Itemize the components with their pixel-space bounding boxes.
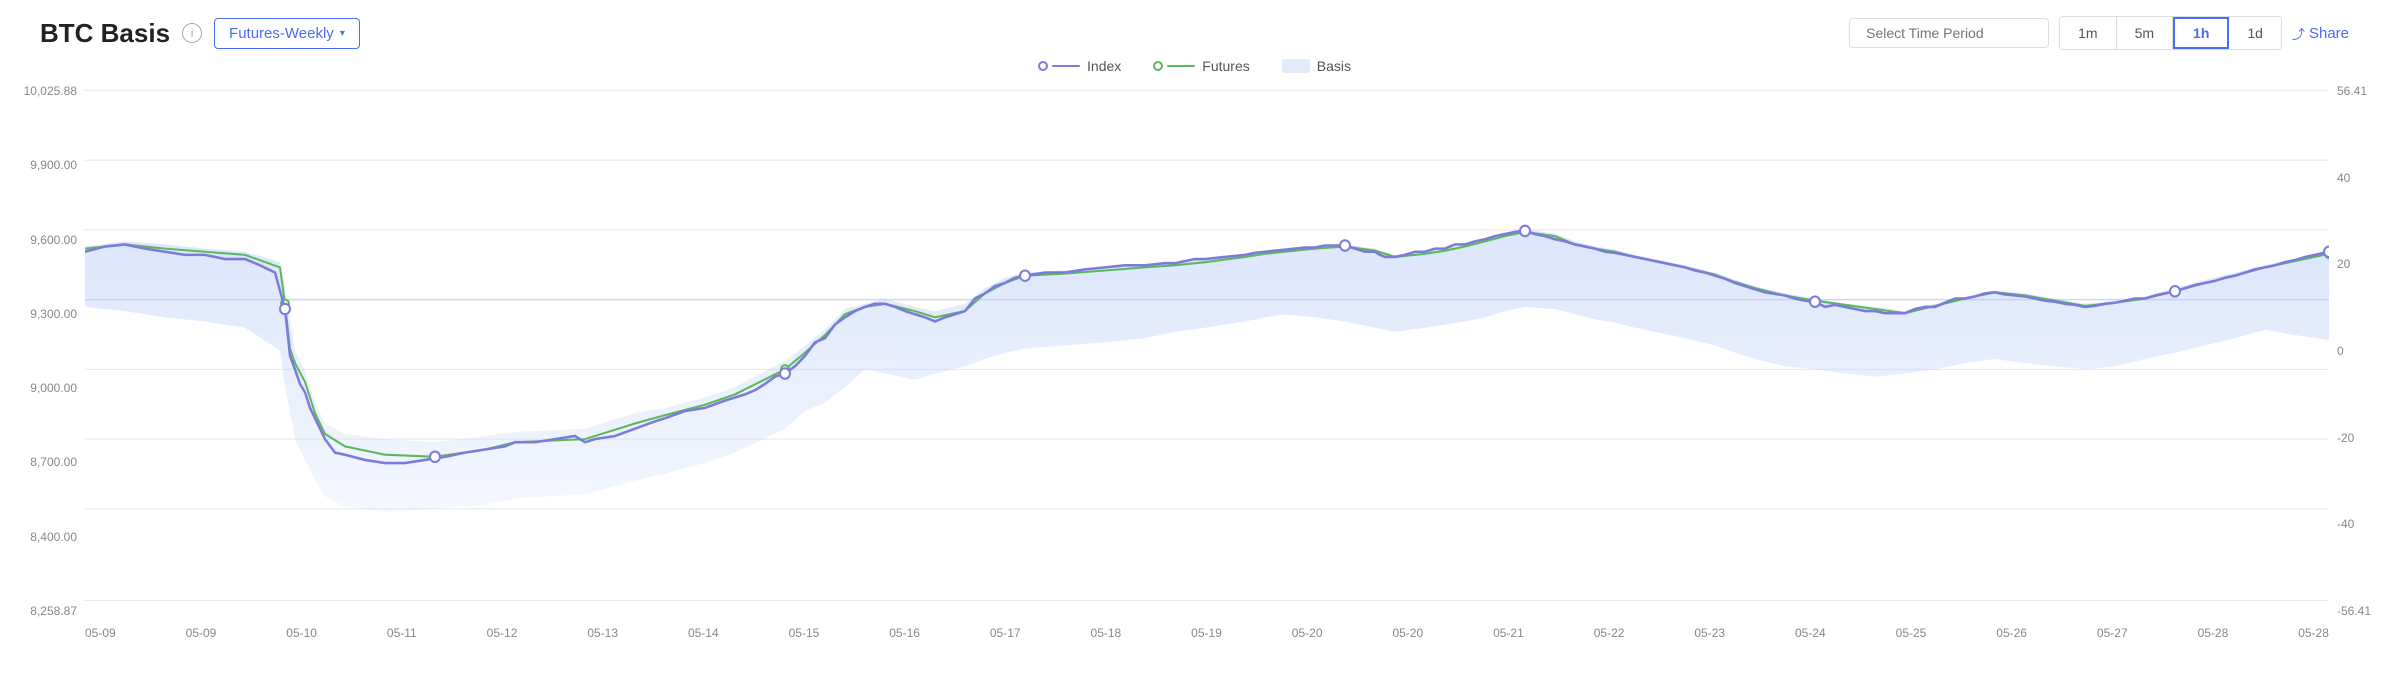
x-label-15: 05-22 [1594, 626, 1625, 640]
x-label-10: 05-18 [1091, 626, 1122, 640]
time-btn-1m[interactable]: 1m [2060, 17, 2116, 49]
chart-area: 10,025.88 9,900.00 9,600.00 9,300.00 9,0… [0, 80, 2389, 640]
legend-row: Index Futures Basis [0, 58, 2389, 74]
share-label: Share [2309, 25, 2349, 42]
dropdown-label: Futures-Weekly [229, 25, 334, 42]
chart-title: BTC Basis [40, 18, 170, 49]
index-dot [1810, 297, 1820, 307]
x-label-3: 05-11 [387, 626, 417, 640]
x-label-0: 05-09 [85, 626, 116, 640]
x-label-5: 05-13 [587, 626, 618, 640]
x-label-21: 05-28 [2198, 626, 2229, 640]
y-right-label-0: 56.41 [2337, 84, 2381, 98]
x-label-20: 05-27 [2097, 626, 2128, 640]
chevron-down-icon: ▾ [340, 28, 345, 39]
legend-index: Index [1038, 58, 1121, 74]
x-label-2: 05-10 [286, 626, 317, 640]
time-btn-1h[interactable]: 1h [2173, 17, 2229, 49]
y-axis-right: 56.41 40 20 0 -20 -40 -56.41 [2329, 80, 2389, 640]
y-left-label-7: 8,258.87 [8, 604, 77, 618]
futures-legend-dot [1153, 61, 1163, 71]
time-buttons-group: 1m 5m 1h 1d [2059, 16, 2282, 50]
basis-area [85, 229, 2329, 512]
index-dot [2324, 247, 2329, 257]
index-dot [1520, 226, 1530, 236]
time-period-input[interactable] [1849, 18, 2049, 48]
time-btn-5m[interactable]: 5m [2117, 17, 2173, 49]
x-label-4: 05-12 [487, 626, 518, 640]
basis-legend-area [1282, 59, 1310, 73]
header-right: 1m 5m 1h 1d ⤴ Share [1849, 16, 2349, 50]
y-right-label-4: -20 [2337, 431, 2381, 445]
share-icon: ⤴ [2292, 24, 2305, 43]
x-axis: 05-09 05-09 05-10 05-11 05-12 05-13 05-1… [85, 618, 2329, 640]
chart-inner [85, 80, 2329, 640]
y-right-label-5: -40 [2337, 517, 2381, 531]
time-btn-1d[interactable]: 1d [2229, 17, 2281, 49]
index-legend-label: Index [1087, 58, 1121, 74]
index-dot [2170, 286, 2180, 296]
y-left-label-5: 8,700.00 [8, 455, 77, 469]
basis-legend-label: Basis [1317, 58, 1351, 74]
x-label-1: 05-09 [186, 626, 217, 640]
y-axis-left: 10,025.88 9,900.00 9,600.00 9,300.00 9,0… [0, 80, 85, 640]
x-label-18: 05-25 [1896, 626, 1927, 640]
x-label-17: 05-24 [1795, 626, 1826, 640]
y-left-label-0: 10,025.88 [8, 84, 77, 98]
y-left-label-2: 9,600.00 [8, 233, 77, 247]
x-label-22: 05-28 [2298, 626, 2329, 640]
index-dot [280, 304, 290, 314]
chart-svg [85, 80, 2329, 640]
x-label-13: 05-20 [1392, 626, 1423, 640]
info-icon[interactable]: i [182, 23, 202, 43]
y-left-label-6: 8,400.00 [8, 530, 77, 544]
index-legend-line [1052, 65, 1080, 67]
header-left: BTC Basis i Futures-Weekly ▾ [40, 18, 360, 49]
y-right-label-2: 20 [2337, 257, 2381, 271]
x-label-19: 05-26 [1996, 626, 2027, 640]
legend-basis: Basis [1282, 58, 1351, 74]
futures-legend-line [1167, 65, 1195, 67]
y-left-label-3: 9,300.00 [8, 307, 77, 321]
x-label-8: 05-16 [889, 626, 920, 640]
x-label-7: 05-15 [789, 626, 820, 640]
x-label-14: 05-21 [1493, 626, 1524, 640]
y-right-label-6: -56.41 [2337, 604, 2381, 618]
index-dot [1020, 270, 1030, 280]
index-legend-dot [1038, 61, 1048, 71]
y-left-label-4: 9,000.00 [8, 381, 77, 395]
index-dot [780, 368, 790, 378]
x-label-16: 05-23 [1694, 626, 1725, 640]
x-label-6: 05-14 [688, 626, 719, 640]
futures-dropdown[interactable]: Futures-Weekly ▾ [214, 18, 360, 49]
header-row: BTC Basis i Futures-Weekly ▾ 1m 5m 1h 1d… [0, 16, 2389, 50]
index-dot [430, 452, 440, 462]
x-label-9: 05-17 [990, 626, 1021, 640]
chart-container: BTC Basis i Futures-Weekly ▾ 1m 5m 1h 1d… [0, 0, 2389, 689]
y-right-label-1: 40 [2337, 171, 2381, 185]
x-label-11: 05-19 [1191, 626, 1222, 640]
index-dot [1340, 240, 1350, 250]
y-right-label-3: 0 [2337, 344, 2381, 358]
legend-futures: Futures [1153, 58, 1249, 74]
x-label-12: 05-20 [1292, 626, 1323, 640]
y-left-label-1: 9,900.00 [8, 158, 77, 172]
share-button[interactable]: ⤴ Share [2292, 24, 2349, 43]
futures-legend-label: Futures [1202, 58, 1249, 74]
